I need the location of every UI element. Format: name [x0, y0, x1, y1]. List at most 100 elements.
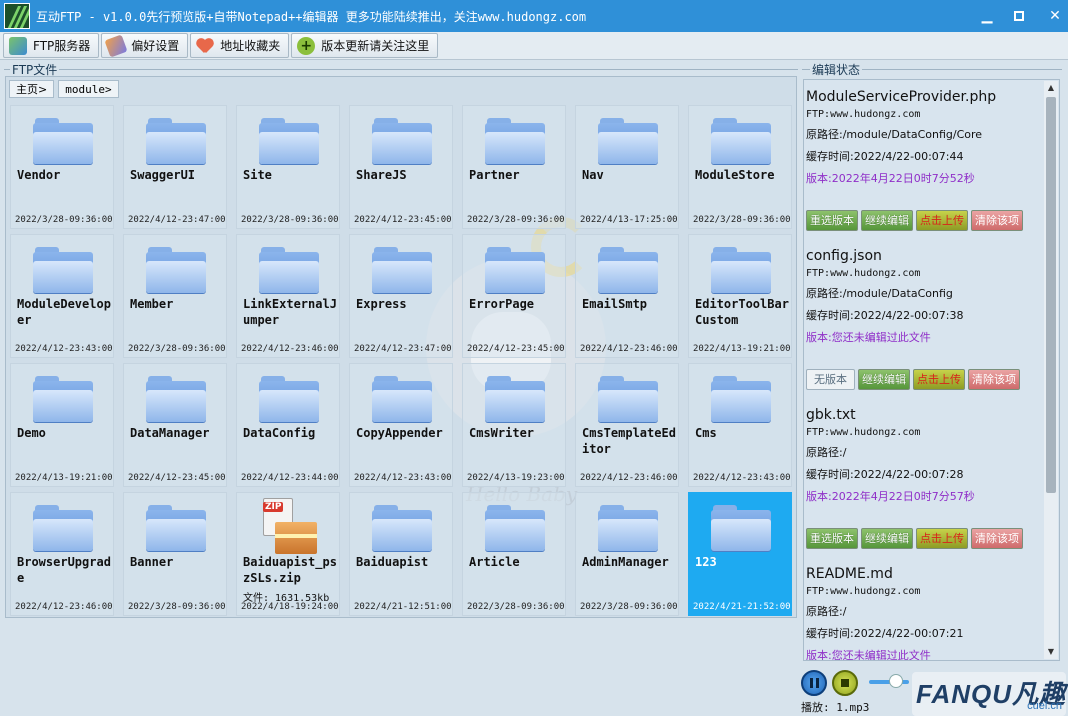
file-date: 2022/4/12-23:47:00 [354, 344, 452, 354]
file-name: EmailSmtp [582, 297, 648, 311]
file-date: 2022/3/28-09:36:00 [241, 215, 339, 225]
folder-tile[interactable]: Article 2022/3/28-09:36:00 [462, 492, 566, 616]
folder-tile[interactable]: Member 2022/3/28-09:36:00 [123, 234, 227, 358]
entry-path: 原路径:/ [806, 446, 847, 459]
breadcrumb-home[interactable]: 主页> [9, 80, 55, 98]
file-name: Site [243, 168, 272, 182]
scroll-up-icon[interactable]: ▲ [1046, 83, 1056, 93]
folder-tile[interactable]: DataManager 2022/4/12-23:45:00 [123, 363, 227, 487]
remove-entry-button[interactable]: 清除该项 [971, 210, 1023, 231]
file-name: BrowserUpgrade [17, 555, 111, 585]
entry-version: 版本:2022年4月22日0时7分57秒 [806, 490, 975, 503]
file-date: 2022/4/21-12:51:00 [354, 602, 452, 612]
breadcrumb: 主页> module> [9, 80, 119, 98]
remove-entry-button[interactable]: 清除该项 [971, 528, 1023, 549]
minimize-button[interactable]: ▁ [980, 8, 994, 24]
upload-button[interactable]: 点击上传 [916, 210, 968, 231]
folder-icon [146, 114, 206, 164]
file-date: 2022/4/12-23:45:00 [354, 215, 452, 225]
folder-tile[interactable]: 123 2022/4/21-21:52:00 [688, 492, 792, 616]
folder-icon [711, 243, 771, 293]
close-button[interactable]: ✕ [1048, 8, 1062, 24]
folder-tile[interactable]: Nav 2022/4/13-17:25:00 [575, 105, 679, 229]
brand-url: cuel.cn [1027, 700, 1062, 712]
upload-button[interactable]: 点击上传 [913, 369, 965, 390]
folder-tile[interactable]: Baiduapist 2022/4/21-12:51:00 [349, 492, 453, 616]
folder-tile[interactable]: CmsTemplateEditor 2022/4/12-23:46:00 [575, 363, 679, 487]
entry-path: 原路径:/ [806, 605, 847, 618]
zip-file-tile[interactable]: ZIP Baiduapist_pszSLs.zip 文件: 1631.53kb 202… [236, 492, 340, 616]
file-name: 123 [695, 555, 717, 569]
continue-edit-button[interactable]: 继续编辑 [861, 528, 913, 549]
preferences-button[interactable]: 偏好设置 [101, 33, 189, 58]
folder-tile[interactable]: ErrorPage 2022/4/12-23:45:00 [462, 234, 566, 358]
folder-icon [598, 243, 658, 293]
folder-tile[interactable]: SwaggerUI 2022/4/12-23:47:00 [123, 105, 227, 229]
stop-button[interactable] [832, 670, 858, 696]
folder-icon [598, 372, 658, 422]
folder-tile[interactable]: CopyAppender 2022/4/12-23:43:00 [349, 363, 453, 487]
file-name: Baiduapist [356, 555, 429, 569]
reselect-version-button[interactable]: 重选版本 [806, 528, 858, 549]
folder-tile[interactable]: EmailSmtp 2022/4/12-23:46:00 [575, 234, 679, 358]
file-name: Banner [130, 555, 174, 569]
entry-cache-time: 缓存时间:2022/4/22-00:07:28 [806, 468, 964, 481]
file-name: ModuleStore [695, 168, 775, 182]
favorites-heart-icon [196, 39, 214, 53]
favorites-button[interactable]: 地址收藏夹 [190, 33, 290, 58]
folder-tile[interactable]: AdminManager 2022/3/28-09:36:00 [575, 492, 679, 616]
file-name: Vendor [17, 168, 61, 182]
ftp-server-button[interactable]: FTP服务器 [3, 33, 100, 58]
pause-button[interactable] [801, 670, 827, 696]
folder-tile[interactable]: Vendor 2022/3/28-09:36:00 [10, 105, 114, 229]
folder-tile[interactable]: BrowserUpgrade 2022/4/12-23:46:00 [10, 492, 114, 616]
entry-host: FTP:www.hudongz.com [806, 109, 921, 120]
folder-tile[interactable]: ModuleDeveloper 2022/4/12-23:43:00 [10, 234, 114, 358]
folder-tile[interactable]: Express 2022/4/12-23:47:00 [349, 234, 453, 358]
file-name: Demo [17, 426, 46, 440]
folder-tile[interactable]: CmsWriter 2022/4/13-19:23:00 [462, 363, 566, 487]
file-date: 2022/4/13-19:21:00 [15, 473, 113, 483]
volume-knob[interactable] [889, 674, 903, 688]
folder-tile[interactable]: Banner 2022/3/28-09:36:00 [123, 492, 227, 616]
remove-entry-button[interactable]: 清除该项 [968, 369, 1020, 390]
folder-tile[interactable]: EditorToolBarCustom 2022/4/13-19:21:00 [688, 234, 792, 358]
entry-file-name: gbk.txt [806, 407, 856, 423]
no-version-button[interactable]: 无版本 [806, 369, 855, 390]
folder-icon [372, 501, 432, 551]
continue-edit-button[interactable]: 继续编辑 [858, 369, 910, 390]
folder-icon [146, 372, 206, 422]
folder-icon [485, 372, 545, 422]
favorites-label: 地址收藏夹 [220, 39, 281, 53]
folder-tile[interactable]: ModuleStore 2022/3/28-09:36:00 [688, 105, 792, 229]
folder-icon [372, 114, 432, 164]
folder-tile[interactable]: Site 2022/3/28-09:36:00 [236, 105, 340, 229]
folder-icon [259, 243, 319, 293]
entry-host: FTP:www.hudongz.com [806, 268, 921, 279]
update-button[interactable]: + 版本更新请关注这里 [291, 33, 439, 58]
breadcrumb-module[interactable]: module> [58, 80, 119, 98]
file-date: 2022/4/12-23:43:00 [15, 344, 113, 354]
scroll-down-icon[interactable]: ▼ [1046, 647, 1056, 657]
folder-tile[interactable]: DataConfig 2022/4/12-23:44:00 [236, 363, 340, 487]
folder-tile[interactable]: Demo 2022/4/13-19:21:00 [10, 363, 114, 487]
folder-icon [711, 114, 771, 164]
file-name: DataManager [130, 426, 210, 440]
folder-tile[interactable]: ShareJS 2022/4/12-23:45:00 [349, 105, 453, 229]
now-playing: 播放: 1.mp3 [801, 701, 870, 714]
maximize-button[interactable] [1014, 11, 1028, 21]
folder-icon [485, 501, 545, 551]
edit-panel-scrollbar[interactable]: ▲ ▼ [1044, 81, 1058, 659]
folder-tile[interactable]: Cms 2022/4/12-23:43:00 [688, 363, 792, 487]
continue-edit-button[interactable]: 继续编辑 [861, 210, 913, 231]
edit-section-title: 编辑状态 [810, 61, 863, 78]
reselect-version-button[interactable]: 重选版本 [806, 210, 858, 231]
scroll-thumb[interactable] [1046, 97, 1056, 493]
folder-tile[interactable]: Partner 2022/3/28-09:36:00 [462, 105, 566, 229]
folder-tile[interactable]: LinkExternalJumper 2022/4/12-23:46:00 [236, 234, 340, 358]
folder-icon [372, 243, 432, 293]
file-date: 2022/3/28-09:36:00 [580, 602, 678, 612]
file-date: 2022/4/12-23:43:00 [693, 473, 791, 483]
file-name: EditorToolBarCustom [695, 297, 789, 327]
upload-button[interactable]: 点击上传 [916, 528, 968, 549]
